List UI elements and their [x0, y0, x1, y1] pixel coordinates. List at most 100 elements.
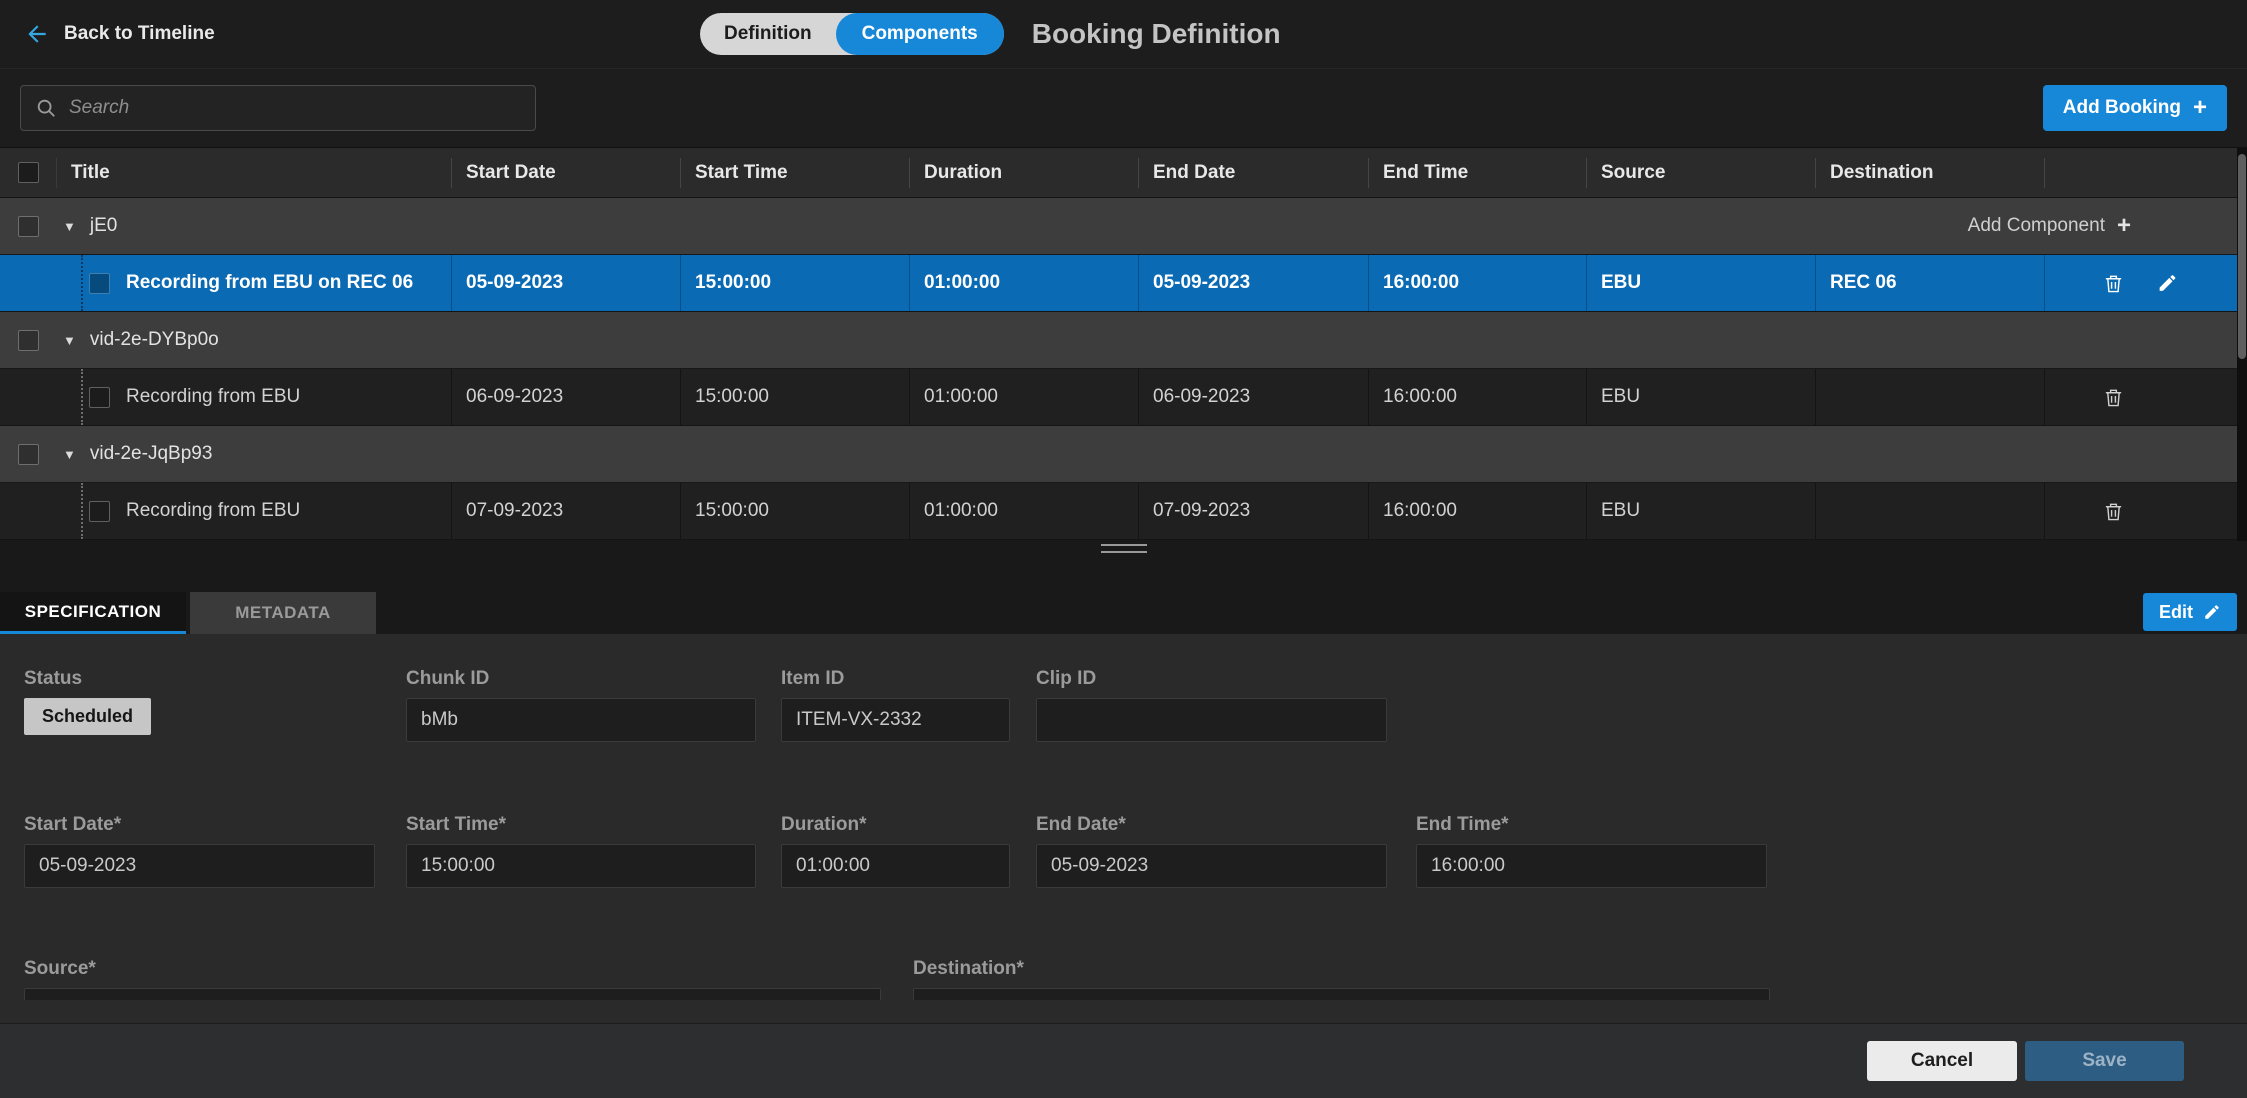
booking-row[interactable]: Recording from EBU on REC 0605-09-202315…: [0, 255, 2247, 312]
search-icon: [35, 97, 57, 119]
footer-bar: Cancel Save: [0, 1023, 2247, 1098]
row-checkbox[interactable]: [89, 387, 110, 408]
destination-input[interactable]: [913, 988, 1770, 1000]
destination-label: Destination*: [913, 958, 1770, 980]
duration-field: Duration*: [781, 814, 1010, 888]
cell-start-date: 07-09-2023: [452, 483, 681, 539]
cell-duration: 01:00:00: [910, 255, 1139, 311]
row-indent-cell: [0, 369, 57, 425]
tab-specification[interactable]: SPECIFICATION: [0, 592, 186, 634]
chevron-down-icon[interactable]: ▼: [63, 447, 76, 462]
destination-field: Destination*: [913, 958, 1770, 1000]
group-checkbox[interactable]: [18, 216, 39, 237]
group-checkbox[interactable]: [18, 330, 39, 351]
cell-end-date: 05-09-2023: [1139, 255, 1369, 311]
booking-title-cell: Recording from EBU: [57, 483, 452, 539]
add-booking-button[interactable]: Add Booking +: [2043, 85, 2227, 131]
header-checkbox-cell: [0, 158, 57, 188]
add-component-button[interactable]: Add Component +: [1968, 214, 2131, 238]
table-body: ▼ jE0 Add Component + Recording from EBU on …: [0, 198, 2247, 540]
toggle-components[interactable]: Components: [836, 13, 1004, 55]
back-label: Back to Timeline: [64, 23, 215, 45]
cancel-button[interactable]: Cancel: [1867, 1041, 2017, 1081]
add-component-label: Add Component: [1968, 215, 2105, 237]
source-input[interactable]: [24, 988, 881, 1000]
end-date-label: End Date*: [1036, 814, 1387, 836]
end-date-input[interactable]: [1036, 844, 1387, 888]
item-id-input[interactable]: [781, 698, 1010, 742]
cell-end-date: 06-09-2023: [1139, 369, 1369, 425]
search-box[interactable]: [20, 85, 536, 131]
row-checkbox[interactable]: [89, 501, 110, 522]
cell-end-time: 16:00:00: [1369, 369, 1587, 425]
trash-icon[interactable]: [2103, 500, 2124, 522]
end-time-input[interactable]: [1416, 844, 1767, 888]
clip-id-input[interactable]: [1036, 698, 1387, 742]
column-header-end-date: End Date: [1139, 158, 1369, 188]
cell-end-time: 16:00:00: [1369, 255, 1587, 311]
save-button[interactable]: Save: [2025, 1041, 2184, 1081]
booking-group-row[interactable]: ▼ vid-2e-DYBp0o: [0, 312, 2247, 369]
specification-form: Status Scheduled Chunk ID Item ID Clip I…: [0, 634, 2247, 1000]
topbar-center: Definition Components Booking Definition: [700, 0, 1281, 68]
back-arrow-icon: [24, 21, 50, 47]
toggle-definition[interactable]: Definition: [700, 23, 836, 45]
select-all-checkbox[interactable]: [18, 162, 39, 183]
booking-group-row[interactable]: ▼ jE0 Add Component +: [0, 198, 2247, 255]
group-title: jE0: [90, 215, 117, 237]
start-time-input[interactable]: [406, 844, 756, 888]
booking-row[interactable]: Recording from EBU07-09-202315:00:0001:0…: [0, 483, 2247, 540]
column-header-actions: [2045, 158, 2247, 188]
column-header-destination: Destination: [1816, 158, 2045, 188]
topbar: Back to Timeline Definition Components B…: [0, 0, 2247, 69]
cell-source: EBU: [1587, 255, 1816, 311]
edit-button[interactable]: Edit: [2143, 593, 2237, 631]
edit-row-icon[interactable]: [2157, 273, 2178, 294]
trash-icon[interactable]: [2103, 272, 2124, 294]
booking-row[interactable]: Recording from EBU06-09-202315:00:0001:0…: [0, 369, 2247, 426]
chevron-down-icon[interactable]: ▼: [63, 219, 76, 234]
plus-icon: +: [2117, 214, 2131, 238]
start-date-input[interactable]: [24, 844, 375, 888]
group-checkbox-cell: [0, 330, 57, 351]
row-indent-cell: [0, 255, 57, 311]
chevron-down-icon[interactable]: ▼: [63, 333, 76, 348]
start-date-field: Start Date*: [24, 814, 375, 888]
group-checkbox[interactable]: [18, 444, 39, 465]
column-header-start-date: Start Date: [452, 158, 681, 188]
tab-metadata[interactable]: METADATA: [190, 592, 376, 634]
booking-title: Recording from EBU: [126, 500, 300, 522]
detail-tabs: SPECIFICATION METADATA Edit: [0, 592, 2247, 634]
duration-label: Duration*: [781, 814, 1010, 836]
group-title: vid-2e-DYBp0o: [90, 329, 219, 351]
table-scrollbar[interactable]: [2237, 148, 2247, 541]
table-header: Title Start Date Start Time Duration End…: [0, 148, 2247, 198]
scrollbar-thumb[interactable]: [2238, 154, 2246, 359]
end-time-label: End Time*: [1416, 814, 1767, 836]
add-booking-label: Add Booking: [2063, 97, 2181, 119]
group-title: vid-2e-JqBp93: [90, 443, 213, 465]
chunk-id-input[interactable]: [406, 698, 756, 742]
item-id-field: Item ID: [781, 668, 1010, 742]
cell-destination: [1816, 369, 2045, 425]
column-header-title: Title: [57, 158, 452, 188]
form-filler: [0, 1000, 2247, 1023]
search-input[interactable]: [69, 97, 521, 119]
column-header-start-time: Start Time: [681, 158, 910, 188]
resize-handle-icon[interactable]: [1101, 544, 1147, 553]
panel-splitter[interactable]: [0, 540, 2247, 592]
cell-end-time: 16:00:00: [1369, 483, 1587, 539]
row-checkbox[interactable]: [89, 273, 110, 294]
row-indent-cell: [0, 483, 57, 539]
item-id-label: Item ID: [781, 668, 1010, 690]
source-field: Source*: [24, 958, 881, 1000]
plus-icon: +: [2193, 96, 2207, 120]
status-badge: Scheduled: [24, 698, 151, 735]
clip-id-label: Clip ID: [1036, 668, 1387, 690]
trash-icon[interactable]: [2103, 386, 2124, 408]
duration-input[interactable]: [781, 844, 1010, 888]
back-to-timeline-button[interactable]: Back to Timeline: [24, 21, 215, 47]
status-label: Status: [24, 668, 151, 690]
edit-label: Edit: [2159, 602, 2193, 623]
booking-group-row[interactable]: ▼ vid-2e-JqBp93: [0, 426, 2247, 483]
